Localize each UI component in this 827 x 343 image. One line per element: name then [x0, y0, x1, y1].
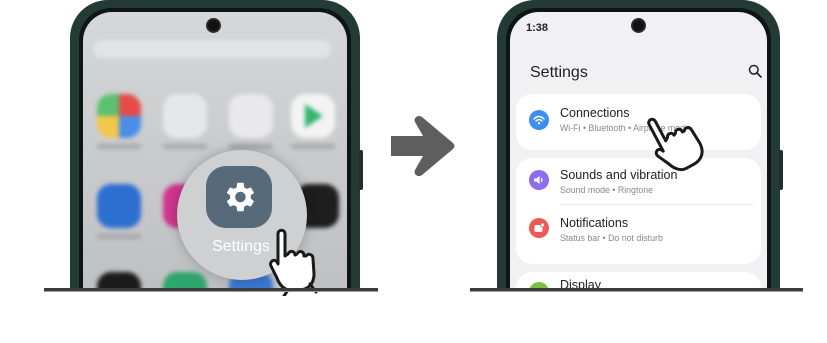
home-search-bar	[93, 40, 331, 58]
app-label-placeholder	[97, 144, 141, 149]
app-label-placeholder	[163, 144, 207, 149]
sidebar-item-notifications-title[interactable]: Notifications	[560, 216, 628, 230]
google-apps-folder-icon	[163, 94, 207, 138]
gear-icon	[226, 182, 255, 212]
left-phone-stand-shadow	[44, 291, 378, 292]
calendar-app-icon	[97, 94, 141, 138]
app-label-placeholder	[291, 144, 335, 149]
left-phone-side-button	[359, 150, 363, 190]
pointing-hand-icon	[269, 228, 318, 296]
volume-icon	[529, 170, 549, 190]
sidebar-item-sounds-subtitle: Sound mode • Ringtone	[560, 185, 654, 195]
right-phone-stand-shadow	[470, 291, 803, 292]
right-phone-bezel: 1:38 Settings Connections Wi-Fi • Blueto…	[506, 8, 771, 290]
app-label-placeholder	[229, 144, 273, 149]
settings-app-icon[interactable]	[206, 166, 272, 228]
page-title: Settings	[530, 64, 588, 81]
status-bar-time: 1:38	[526, 22, 549, 34]
sidebar-item-connections-title[interactable]: Connections	[560, 106, 630, 120]
wifi-icon	[529, 110, 549, 130]
settings-screen: 1:38 Settings Connections Wi-Fi • Blueto…	[510, 12, 767, 290]
right-phone-side-button	[779, 150, 783, 190]
sidebar-item-notifications-subtitle: Status bar • Do not disturb	[560, 233, 663, 243]
row-divider	[560, 204, 753, 205]
left-front-camera	[206, 18, 221, 33]
meet-app-icon	[97, 184, 141, 228]
tools-folder-icon	[229, 94, 273, 138]
notification-icon	[529, 218, 549, 238]
right-phone: 1:38 Settings Connections Wi-Fi • Blueto…	[497, 0, 780, 290]
arrow-right-icon	[391, 115, 455, 177]
app-label-placeholder	[97, 234, 141, 239]
pointing-hand-icon-right	[647, 117, 704, 172]
play-triangle-icon	[305, 104, 323, 128]
search-icon[interactable]	[748, 64, 762, 78]
right-front-camera	[631, 18, 646, 33]
connections-card	[516, 94, 761, 150]
